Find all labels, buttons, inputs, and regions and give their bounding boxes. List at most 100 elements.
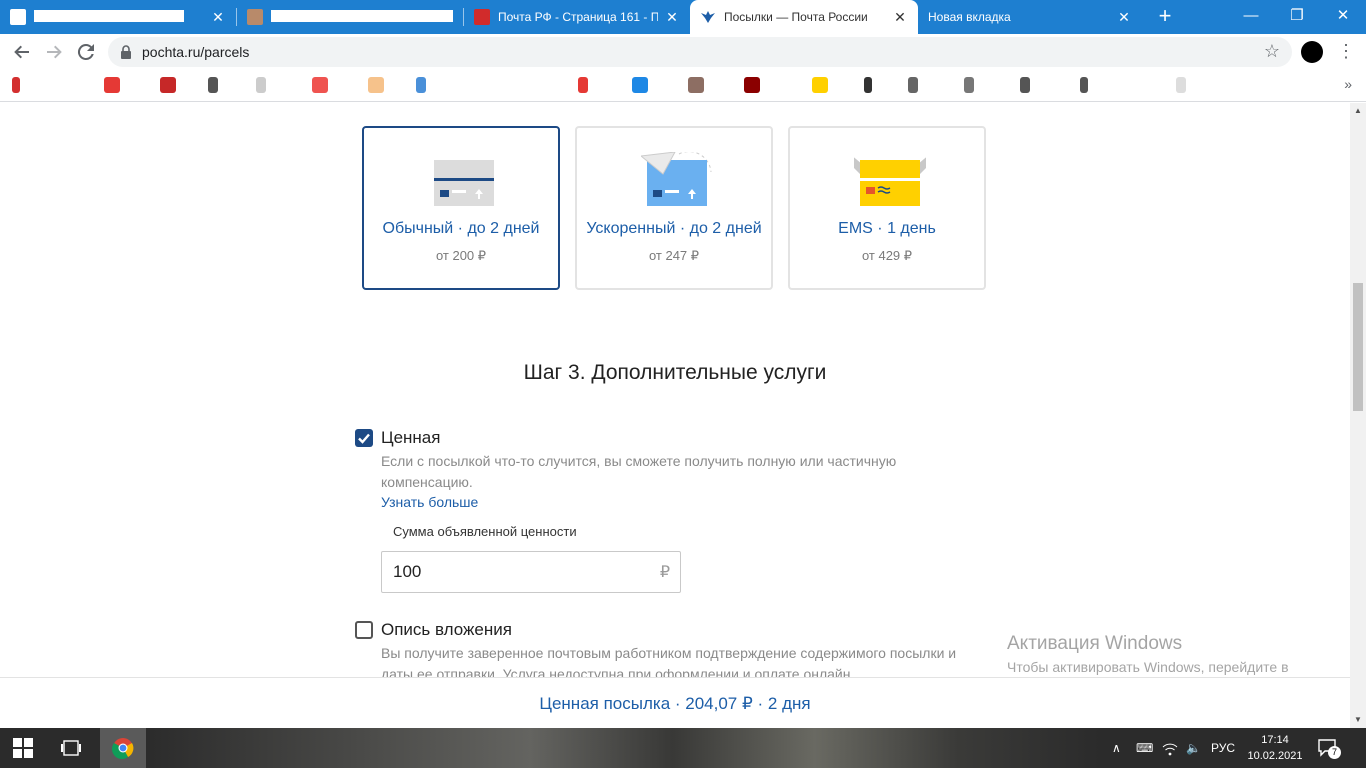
chrome-taskbar-icon[interactable] bbox=[100, 728, 146, 768]
bookmark-favicon[interactable] bbox=[368, 77, 384, 93]
volume-icon[interactable]: 🔈 bbox=[1186, 728, 1201, 768]
valuable-description: Если с посылкой что-то случится, вы смож… bbox=[381, 453, 897, 490]
task-view-icon[interactable] bbox=[48, 728, 94, 768]
bookmark-favicon[interactable] bbox=[1020, 77, 1030, 93]
bookmark-favicon[interactable] bbox=[864, 77, 872, 93]
inventory-label[interactable]: Опись вложения bbox=[381, 620, 512, 640]
windows-start-icon[interactable] bbox=[0, 728, 46, 768]
back-icon[interactable] bbox=[10, 40, 34, 64]
tab-3[interactable]: Почта РФ - Страница 161 - Пс ✕ bbox=[464, 0, 690, 34]
bookmark-favicon[interactable] bbox=[160, 77, 176, 93]
delivery-option-express[interactable]: Ускоренный · до 2 дней от 247 ₽ bbox=[575, 126, 773, 290]
desktop-wallpaper bbox=[150, 728, 1100, 768]
ems-winged-parcel-icon bbox=[854, 157, 926, 206]
bookmark-favicon[interactable] bbox=[208, 77, 218, 93]
bookmarks-more-icon[interactable]: » bbox=[1344, 76, 1352, 92]
tab-1[interactable]: ✕ bbox=[0, 0, 236, 34]
tab-favicon bbox=[10, 9, 26, 25]
declared-value-input[interactable]: 100 ₽ bbox=[381, 551, 681, 593]
clock-date: 10.02.2021 bbox=[1247, 750, 1303, 762]
delivery-option-name: Обычный · до 2 дней bbox=[382, 220, 540, 237]
step-title: Шаг 3. Дополнительные услуги bbox=[523, 361, 827, 384]
express-parcel-icon bbox=[641, 152, 712, 206]
lock-icon bbox=[120, 45, 132, 59]
tab-2[interactable] bbox=[237, 0, 463, 34]
delivery-option-price: от 247 ₽ bbox=[648, 248, 700, 263]
scroll-up-icon[interactable]: ▲ bbox=[1350, 103, 1366, 119]
delivery-option-ems[interactable]: EMS · 1 день от 429 ₽ bbox=[788, 126, 986, 290]
action-center-icon[interactable]: 7 bbox=[1318, 738, 1341, 759]
bookmark-favicon[interactable] bbox=[744, 77, 760, 93]
windows-taskbar: ∧ ⌨ 🔈 РУС 17:14 10.02.2021 7 bbox=[0, 728, 1366, 768]
order-summary[interactable]: Ценная посылка · 204,07 ₽ · 2 дня bbox=[0, 694, 1350, 714]
browser-toolbar: pochta.ru/parcels ☆ ⋮ bbox=[0, 34, 1366, 70]
learn-more-link[interactable]: Узнать больше bbox=[381, 494, 478, 510]
minimize-button[interactable]: — bbox=[1228, 0, 1274, 34]
network-icon[interactable] bbox=[1162, 728, 1178, 768]
declared-value-label: Сумма объявленной ценности bbox=[393, 524, 577, 539]
forward-icon[interactable] bbox=[42, 40, 66, 64]
regular-parcel-icon bbox=[434, 160, 494, 206]
close-icon[interactable]: ✕ bbox=[892, 9, 908, 26]
bookmark-favicon[interactable] bbox=[256, 77, 266, 93]
delivery-option-name: Ускоренный · до 2 дней bbox=[586, 220, 762, 237]
bookmark-favicon[interactable] bbox=[688, 77, 704, 93]
bookmark-favicon[interactable] bbox=[964, 77, 974, 93]
page-content: Обычный · до 2 дней от 200 ₽ Ускоренный … bbox=[0, 103, 1350, 728]
bookmarks-bar: » bbox=[0, 70, 1366, 102]
bookmark-favicon[interactable] bbox=[812, 77, 828, 93]
valuable-label[interactable]: Ценная bbox=[381, 428, 440, 448]
close-icon[interactable]: ✕ bbox=[210, 9, 226, 26]
delivery-option-price: от 200 ₽ bbox=[435, 248, 487, 263]
tab-favicon bbox=[247, 9, 263, 25]
bookmark-favicon[interactable] bbox=[104, 77, 120, 93]
russian-post-eagle-icon bbox=[700, 9, 716, 25]
ruble-sign: ₽ bbox=[659, 564, 670, 581]
maximize-button[interactable]: ❐ bbox=[1274, 0, 1320, 34]
browser-menu-icon[interactable]: ⋮ bbox=[1336, 40, 1356, 64]
new-tab-button[interactable]: + bbox=[1152, 0, 1178, 34]
language-indicator[interactable]: РУС bbox=[1211, 728, 1235, 768]
reload-icon[interactable] bbox=[74, 40, 98, 64]
system-clock[interactable]: 17:14 10.02.2021 bbox=[1240, 732, 1310, 764]
profile-avatar[interactable] bbox=[1301, 41, 1323, 63]
valuable-checkbox[interactable] bbox=[355, 429, 373, 447]
tab-favicon bbox=[474, 9, 490, 25]
inventory-checkbox[interactable] bbox=[355, 621, 373, 639]
bookmark-star-icon[interactable]: ☆ bbox=[1264, 41, 1280, 62]
tab-active[interactable]: Посылки — Почта России ✕ bbox=[690, 0, 918, 34]
tab-title bbox=[34, 9, 204, 25]
clock-time: 17:14 bbox=[1261, 734, 1289, 746]
delivery-option-regular[interactable]: Обычный · до 2 дней от 200 ₽ bbox=[362, 126, 560, 290]
notification-count: 7 bbox=[1328, 746, 1341, 759]
bookmark-favicon[interactable] bbox=[632, 77, 648, 93]
bookmark-favicon[interactable] bbox=[12, 77, 20, 93]
url-text: pochta.ru/parcels bbox=[142, 44, 250, 60]
close-window-button[interactable]: ✕ bbox=[1320, 0, 1366, 34]
bookmark-favicon[interactable] bbox=[1176, 77, 1186, 93]
bookmark-favicon[interactable] bbox=[416, 77, 426, 93]
tab-title: Новая вкладка bbox=[928, 10, 1011, 24]
watermark-title: Активация Windows bbox=[1007, 633, 1183, 654]
tab-title bbox=[271, 9, 453, 25]
close-icon[interactable]: ✕ bbox=[1116, 9, 1132, 26]
close-icon[interactable]: ✕ bbox=[664, 9, 680, 26]
tab-title: Почта РФ - Страница 161 - Пс bbox=[498, 10, 658, 24]
tab-title: Посылки — Почта России bbox=[724, 10, 868, 24]
keyboard-icon[interactable]: ⌨ bbox=[1136, 728, 1153, 768]
checkmark-icon bbox=[358, 433, 370, 444]
page-scrollbar[interactable]: ▲ ▼ bbox=[1350, 103, 1366, 728]
declared-value: 100 bbox=[393, 562, 422, 581]
address-bar[interactable]: pochta.ru/parcels ☆ bbox=[108, 37, 1292, 67]
bookmark-favicon[interactable] bbox=[578, 77, 588, 93]
bookmark-favicon[interactable] bbox=[908, 77, 918, 93]
bookmark-favicon[interactable] bbox=[312, 77, 328, 93]
delivery-option-name: EMS · 1 день bbox=[838, 220, 936, 237]
bookmark-favicon[interactable] bbox=[1080, 77, 1088, 93]
order-summary-bar: Ценная посылка · 204,07 ₽ · 2 дня bbox=[0, 677, 1350, 728]
scroll-down-icon[interactable]: ▼ bbox=[1350, 712, 1366, 728]
scrollbar-thumb[interactable] bbox=[1353, 283, 1363, 411]
browser-tab-strip: ✕ Почта РФ - Страница 161 - Пс ✕ Посылки… bbox=[0, 0, 1366, 34]
show-hidden-icons-icon[interactable]: ∧ bbox=[1112, 728, 1121, 768]
tab-5[interactable]: Новая вкладка ✕ bbox=[918, 0, 1142, 34]
